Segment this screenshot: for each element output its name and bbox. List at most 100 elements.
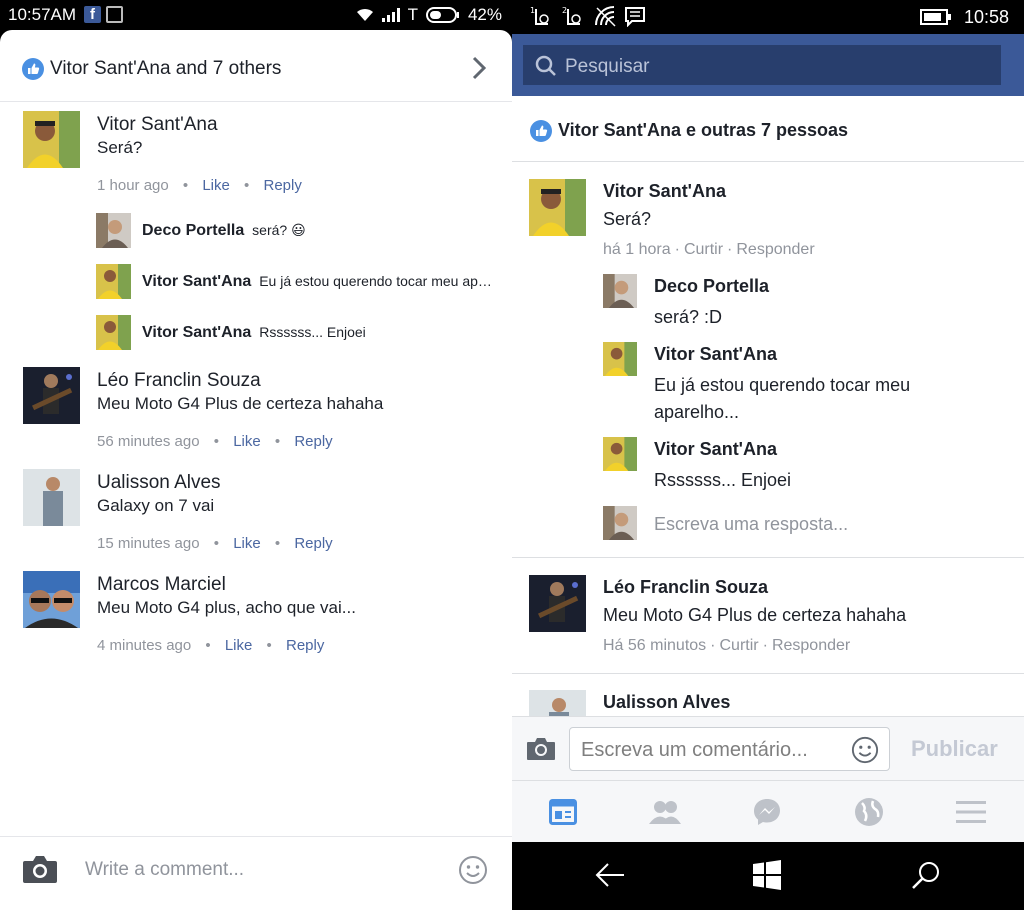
facebook-icon: f bbox=[84, 6, 101, 23]
comment-input[interactable]: Write a comment... bbox=[85, 859, 244, 881]
reply-text: Rssssss... Enjoei bbox=[654, 470, 792, 490]
missed-call-icon: 1 bbox=[530, 6, 549, 25]
comment-text: Meu Moto G4 plus, acho que vai... bbox=[97, 598, 356, 617]
avatar[interactable] bbox=[529, 179, 586, 236]
reply-link[interactable]: Reply bbox=[294, 433, 332, 450]
reply-text: Rssssss... Enjoei bbox=[259, 324, 366, 340]
windows-icon[interactable] bbox=[752, 860, 782, 890]
reply-link[interactable]: Reply bbox=[263, 177, 301, 194]
reply-input[interactable]: Escreva uma resposta... bbox=[654, 514, 848, 535]
comment-meta: Há 56 minutos · Curtir · Responder bbox=[603, 637, 851, 654]
avatar[interactable] bbox=[603, 342, 637, 376]
emoji-icon[interactable] bbox=[851, 736, 879, 764]
news-feed-icon bbox=[549, 799, 577, 825]
reply-author[interactable]: Vitor Sant'Ana bbox=[142, 324, 251, 341]
comment-time: 4 minutes ago bbox=[97, 637, 192, 654]
avatar[interactable] bbox=[603, 437, 637, 471]
windows-nav-bar bbox=[512, 842, 1024, 910]
reply-text: será? 😃 bbox=[252, 222, 306, 238]
like-link[interactable]: Curtir bbox=[720, 637, 759, 654]
chevron-right-icon[interactable] bbox=[472, 56, 486, 80]
search-icon[interactable] bbox=[910, 860, 942, 892]
battery-icon bbox=[920, 9, 951, 25]
android-screen: 10:57AM f T 42% Vitor Sant'Ana and 7 oth… bbox=[0, 0, 512, 910]
comment-meta: 1 hour ago • Like • Reply bbox=[97, 177, 302, 194]
search-input[interactable]: Pesquisar bbox=[523, 45, 1001, 85]
comment-time: há 1 hora bbox=[603, 241, 671, 258]
divider bbox=[512, 557, 1024, 558]
menu-icon bbox=[956, 801, 986, 823]
likes-summary[interactable]: Vitor Sant'Ana e outras 7 pessoas bbox=[512, 96, 1024, 162]
messenger-icon bbox=[754, 799, 780, 825]
comment-time: 1 hour ago bbox=[97, 177, 169, 194]
wifi-icon bbox=[356, 8, 373, 21]
search-placeholder: Pesquisar bbox=[565, 56, 650, 77]
avatar[interactable] bbox=[96, 264, 131, 299]
comment-author[interactable]: Léo Franclin Souza bbox=[603, 577, 768, 598]
search-bar: Pesquisar bbox=[512, 34, 1024, 96]
reply-link[interactable]: Reply bbox=[286, 637, 324, 654]
message-icon bbox=[625, 7, 645, 27]
camera-icon[interactable] bbox=[526, 737, 556, 761]
camera-icon[interactable] bbox=[22, 854, 58, 884]
tab-news-feed[interactable] bbox=[512, 781, 614, 843]
likes-summary-text: Vitor Sant'Ana e outras 7 pessoas bbox=[558, 120, 849, 140]
comment-author[interactable]: Marcos Marciel bbox=[97, 574, 226, 596]
comment-text: Galaxy on 7 vai bbox=[97, 496, 215, 515]
comment-author[interactable]: Léo Franclin Souza bbox=[97, 370, 261, 392]
tab-messenger[interactable] bbox=[716, 781, 818, 843]
likes-summary[interactable]: Vitor Sant'Ana and 7 others bbox=[0, 30, 512, 102]
likes-summary-text: Vitor Sant'Ana and 7 others bbox=[50, 58, 282, 79]
comment-input[interactable]: Escreva um comentário... bbox=[569, 727, 890, 771]
globe-icon bbox=[855, 798, 883, 826]
reply[interactable]: Vitor Sant'Ana Eu já estou querendo toca… bbox=[0, 264, 512, 300]
comment-composer: Write a comment... bbox=[0, 836, 512, 910]
like-link[interactable]: Like bbox=[233, 535, 261, 552]
avatar bbox=[603, 506, 637, 540]
tab-notifications[interactable] bbox=[818, 781, 920, 843]
like-link[interactable]: Curtir bbox=[684, 241, 723, 258]
avatar[interactable] bbox=[96, 213, 131, 248]
comment-author[interactable]: Ualisson Alves bbox=[603, 692, 730, 713]
comment-text: Será? bbox=[603, 209, 652, 229]
comment-author[interactable]: Vitor Sant'Ana bbox=[603, 181, 726, 202]
avatar[interactable] bbox=[23, 111, 80, 168]
avatar[interactable] bbox=[96, 315, 131, 350]
comment-text: Meu Moto G4 Plus de certeza hahaha bbox=[603, 605, 907, 625]
reply-link[interactable]: Responder bbox=[736, 241, 814, 258]
carrier-label: T bbox=[407, 5, 418, 24]
android-status-bar: 10:57AM f T 42% bbox=[0, 0, 512, 30]
reply-author[interactable]: Deco Portella bbox=[142, 222, 244, 239]
search-icon bbox=[535, 55, 556, 76]
comment-author[interactable]: Ualisson Alves bbox=[97, 472, 221, 494]
reply-author[interactable]: Vitor Sant'Ana bbox=[654, 344, 777, 365]
like-link[interactable]: Like bbox=[202, 177, 230, 194]
reply-text: Eu já estou querendo tocar meu aparelho.… bbox=[654, 375, 911, 422]
comment-author[interactable]: Vitor Sant'Ana bbox=[97, 114, 218, 136]
notif-count: 1 bbox=[530, 6, 535, 15]
avatar[interactable] bbox=[23, 469, 80, 526]
reply-link[interactable]: Reply bbox=[294, 535, 332, 552]
comment-meta: há 1 hora · Curtir · Responder bbox=[603, 241, 815, 258]
emoji-icon[interactable] bbox=[458, 855, 488, 885]
status-time: 10:58 bbox=[964, 7, 1010, 27]
avatar[interactable] bbox=[23, 367, 80, 424]
reply-author[interactable]: Vitor Sant'Ana bbox=[654, 439, 777, 460]
reply-link[interactable]: Responder bbox=[772, 637, 850, 654]
reply-line: Vitor Sant'Ana Eu já estou querendo toca… bbox=[142, 273, 497, 291]
like-link[interactable]: Like bbox=[225, 637, 253, 654]
comment-text: Será? bbox=[97, 138, 143, 157]
publish-button[interactable]: Publicar bbox=[911, 736, 998, 762]
tab-friends[interactable] bbox=[614, 781, 716, 843]
gallery-icon bbox=[106, 6, 123, 23]
avatar[interactable] bbox=[529, 575, 586, 632]
back-icon[interactable] bbox=[594, 860, 626, 890]
reply-author[interactable]: Vitor Sant'Ana bbox=[142, 273, 251, 290]
reply-author[interactable]: Deco Portella bbox=[654, 276, 769, 297]
reply[interactable]: Vitor Sant'Ana Rssssss... Enjoei bbox=[0, 315, 512, 351]
like-link[interactable]: Like bbox=[233, 433, 261, 450]
avatar[interactable] bbox=[603, 274, 637, 308]
tab-menu[interactable] bbox=[920, 781, 1022, 843]
avatar[interactable] bbox=[23, 571, 80, 628]
reply[interactable]: Deco Portella será? 😃 bbox=[0, 213, 512, 249]
